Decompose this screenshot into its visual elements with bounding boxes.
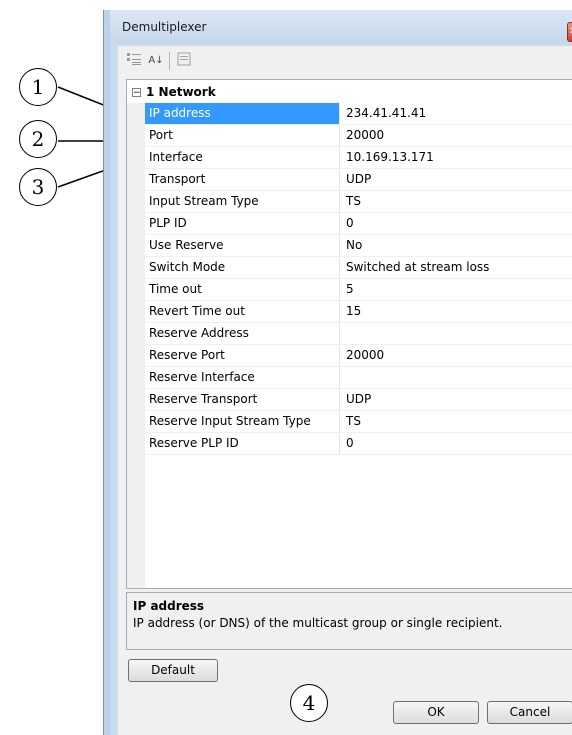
property-value[interactable]: 234.41.41.41 — [341, 103, 572, 124]
property-value[interactable] — [341, 367, 572, 388]
toolbar-separator — [169, 52, 170, 70]
property-value[interactable]: 10.169.13.171 — [341, 147, 572, 168]
property-value[interactable]: TS — [341, 411, 572, 432]
property-row-plp-id[interactable]: PLP ID 0 — [145, 213, 572, 235]
property-row-ip-address[interactable]: IP address 234.41.41.41 — [145, 103, 572, 125]
property-name: Switch Mode — [145, 257, 340, 278]
property-value[interactable] — [341, 323, 572, 344]
property-grid-toolbar: A↓ — [118, 46, 572, 77]
property-name: Port — [145, 125, 340, 146]
property-name: Revert Time out — [145, 301, 340, 322]
cancel-button[interactable]: Cancel — [487, 701, 572, 724]
property-row-reserve-plp-id[interactable]: Reserve PLP ID 0 — [145, 433, 572, 455]
alphabetical-sort-button[interactable]: A↓ — [146, 51, 166, 71]
property-name: Input Stream Type — [145, 191, 340, 212]
window-title: Demultiplexer — [122, 20, 207, 34]
property-name: IP address — [145, 103, 340, 124]
property-name: PLP ID — [145, 213, 340, 234]
ok-button[interactable]: OK — [393, 701, 479, 724]
title-bar[interactable]: Demultiplexer ✕ — [110, 10, 572, 44]
property-value[interactable]: No — [341, 235, 572, 256]
property-row-reserve-address[interactable]: Reserve Address — [145, 323, 572, 345]
property-row-reserve-transport[interactable]: Reserve Transport UDP — [145, 389, 572, 411]
property-name: Reserve PLP ID — [145, 433, 340, 454]
property-value[interactable]: 15 — [341, 301, 572, 322]
description-title: IP address — [133, 599, 205, 613]
property-name: Reserve Port — [145, 345, 340, 366]
property-row-switch-mode[interactable]: Switch Mode Switched at stream loss — [145, 257, 572, 279]
close-button[interactable]: ✕ — [567, 22, 572, 42]
property-value[interactable]: Switched at stream loss — [341, 257, 572, 278]
property-value[interactable]: TS — [341, 191, 572, 212]
category-network[interactable]: − 1 Network — [127, 81, 572, 103]
property-row-use-reserve[interactable]: Use Reserve No — [145, 235, 572, 257]
callout-1: 1 — [19, 68, 57, 106]
property-pages-icon — [177, 52, 191, 66]
property-name: Interface — [145, 147, 340, 168]
property-row-reserve-interface[interactable]: Reserve Interface — [145, 367, 572, 389]
callout-4: 4 — [290, 684, 328, 722]
window-frame: Demultiplexer ✕ A↓ — [110, 10, 572, 735]
collapse-icon[interactable]: − — [132, 87, 141, 97]
property-value[interactable]: UDP — [341, 169, 572, 190]
alphabetical-sort-icon: A↓ — [148, 55, 164, 66]
callout-2: 2 — [19, 120, 57, 158]
property-name: Use Reserve — [145, 235, 340, 256]
property-grid: − 1 Network IP address 234.41.41.41 Port… — [126, 79, 572, 589]
property-value[interactable]: 0 — [341, 433, 572, 454]
category-label: 1 Network — [146, 85, 216, 99]
property-value[interactable]: 5 — [341, 279, 572, 300]
property-value[interactable]: 20000 — [341, 125, 572, 146]
description-text: IP address (or DNS) of the multicast gro… — [133, 616, 503, 630]
property-description-pane: IP address IP address (or DNS) of the mu… — [126, 592, 572, 650]
demultiplexer-window: Demultiplexer ✕ A↓ — [103, 10, 572, 735]
property-row-revert-time-out[interactable]: Revert Time out 15 — [145, 301, 572, 323]
property-name: Reserve Address — [145, 323, 340, 344]
property-value[interactable]: UDP — [341, 389, 572, 410]
categorized-view-icon — [127, 53, 141, 65]
property-value[interactable]: 0 — [341, 213, 572, 234]
property-name: Reserve Interface — [145, 367, 340, 388]
default-button[interactable]: Default — [128, 659, 218, 682]
grid-indent-strip — [127, 103, 145, 588]
property-row-input-stream-type[interactable]: Input Stream Type TS — [145, 191, 572, 213]
property-row-reserve-input-stream-type[interactable]: Reserve Input Stream Type TS — [145, 411, 572, 433]
property-name: Time out — [145, 279, 340, 300]
property-pages-button[interactable] — [174, 51, 194, 71]
property-name: Reserve Input Stream Type — [145, 411, 340, 432]
property-value[interactable]: 20000 — [341, 345, 572, 366]
property-row-port[interactable]: Port 20000 — [145, 125, 572, 147]
property-name: Reserve Transport — [145, 389, 340, 410]
property-row-reserve-port[interactable]: Reserve Port 20000 — [145, 345, 572, 367]
dialog-client-area: A↓ − 1 Network IP address 234.41.41.41 P… — [118, 46, 572, 735]
property-row-transport[interactable]: Transport UDP — [145, 169, 572, 191]
categorized-view-button[interactable] — [124, 51, 144, 71]
property-row-interface[interactable]: Interface 10.169.13.171 — [145, 147, 572, 169]
property-name: Transport — [145, 169, 340, 190]
property-row-time-out[interactable]: Time out 5 — [145, 279, 572, 301]
callout-3: 3 — [19, 168, 57, 206]
